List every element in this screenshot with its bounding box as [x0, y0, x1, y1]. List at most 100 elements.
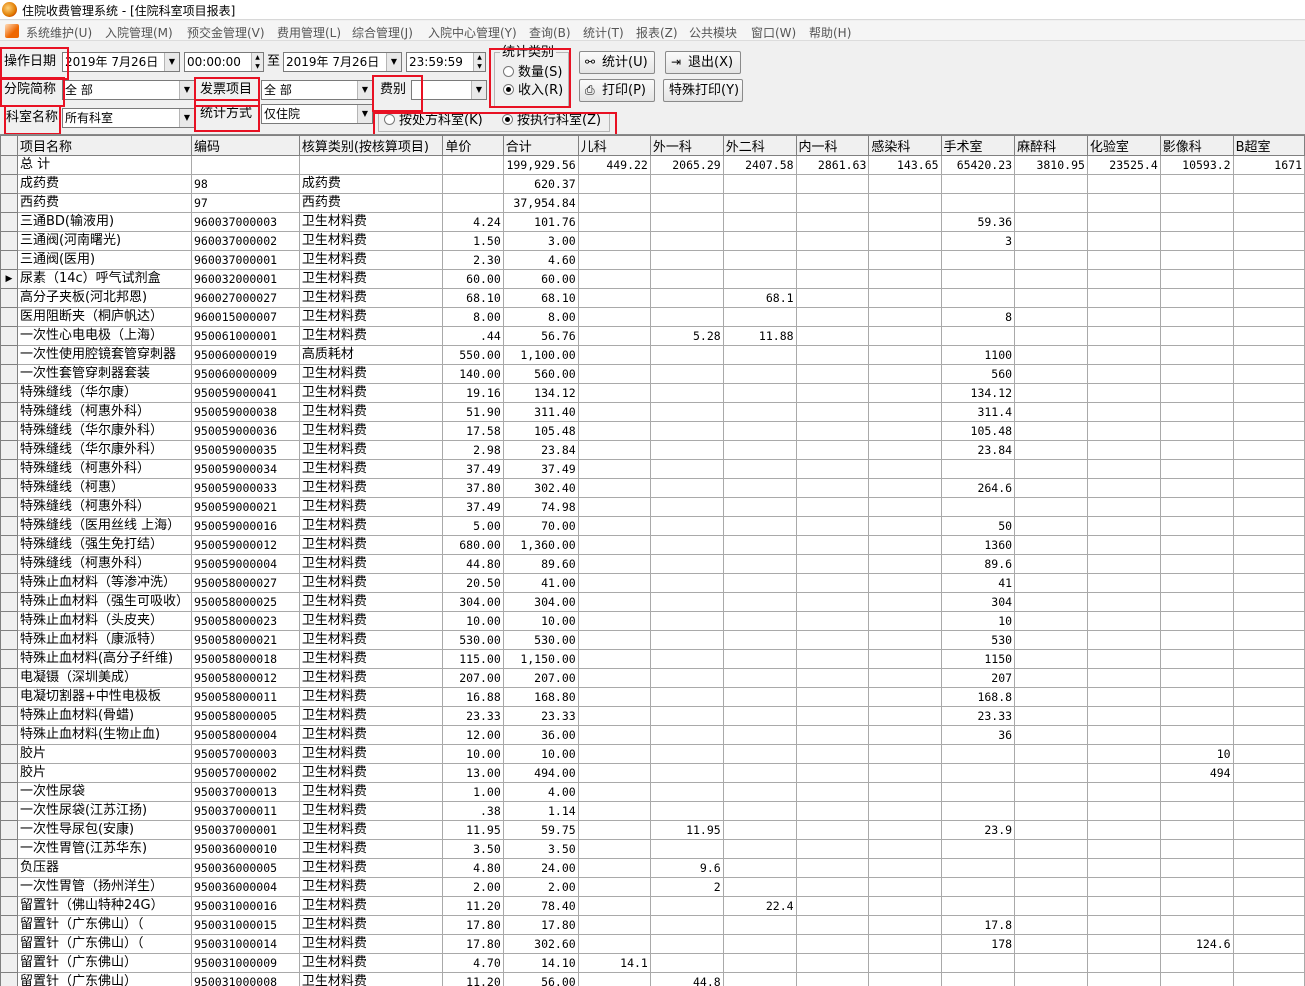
- table-cell[interactable]: [1014, 174, 1088, 194]
- table-cell[interactable]: [1232, 421, 1305, 441]
- table-cell[interactable]: 留置针（广东佛山）: [16, 972, 193, 986]
- table-cell[interactable]: [577, 934, 651, 954]
- column-header[interactable]: 外一科: [649, 135, 724, 156]
- table-cell[interactable]: [722, 554, 797, 574]
- table-cell[interactable]: [577, 896, 651, 916]
- table-cell[interactable]: [1232, 478, 1305, 498]
- table-cell[interactable]: 950058000021: [191, 630, 300, 650]
- table-cell[interactable]: 胶片: [16, 763, 193, 783]
- table-cell[interactable]: [868, 212, 942, 232]
- table-cell[interactable]: 4.70: [442, 953, 504, 973]
- table-cell[interactable]: [722, 440, 797, 460]
- table-cell[interactable]: 304.00: [502, 592, 579, 612]
- table-cell[interactable]: [868, 535, 942, 555]
- table-cell[interactable]: [722, 611, 797, 631]
- table-cell[interactable]: [577, 858, 651, 878]
- table-cell[interactable]: 特殊止血材料（头皮夹）: [16, 611, 193, 631]
- table-cell[interactable]: 医用阻断夹（桐庐帆达）: [16, 307, 193, 327]
- table-row[interactable]: 一次性尿袋(江苏江扬) 950037000011 卫生材料费 .38 1.14: [0, 801, 1305, 821]
- table-cell[interactable]: [795, 877, 870, 897]
- table-cell[interactable]: 卫生材料费: [298, 801, 444, 821]
- table-cell[interactable]: 卫生材料费: [298, 554, 444, 574]
- table-cell[interactable]: [649, 497, 724, 517]
- column-header[interactable]: 单价: [442, 135, 504, 156]
- table-cell[interactable]: [1159, 820, 1234, 840]
- table-cell[interactable]: [868, 915, 942, 935]
- table-cell[interactable]: 950059000035: [191, 440, 300, 460]
- table-cell[interactable]: 41: [940, 573, 1016, 593]
- table-cell[interactable]: [868, 649, 942, 669]
- table-row[interactable]: 一次性心电电极（上海） 950061000001 卫生材料费 .44 56.76 5.28…: [0, 326, 1305, 346]
- table-cell[interactable]: 9.6: [649, 858, 724, 878]
- table-cell[interactable]: [940, 782, 1016, 802]
- table-cell[interactable]: [577, 554, 651, 574]
- table-cell[interactable]: [442, 155, 504, 175]
- table-cell[interactable]: [1232, 744, 1305, 764]
- table-cell[interactable]: 8: [940, 307, 1016, 327]
- table-cell[interactable]: 特殊止血材料(骨蜡): [16, 706, 193, 726]
- table-cell[interactable]: [868, 744, 942, 764]
- table-cell[interactable]: 50: [940, 516, 1016, 536]
- table-cell[interactable]: [868, 554, 942, 574]
- table-row[interactable]: 留置针（广东佛山） 950031000009 卫生材料费 4.70 14.10 14.1: [0, 953, 1305, 973]
- table-cell[interactable]: [940, 972, 1016, 986]
- table-cell[interactable]: [722, 459, 797, 479]
- table-cell[interactable]: [1014, 649, 1088, 669]
- table-cell[interactable]: [577, 611, 651, 631]
- table-cell[interactable]: [868, 269, 942, 289]
- table-cell[interactable]: 560.00: [502, 364, 579, 384]
- stats-button[interactable]: ⚯ 统计(U): [579, 51, 655, 74]
- table-cell[interactable]: [722, 478, 797, 498]
- table-cell[interactable]: [795, 725, 870, 745]
- table-cell[interactable]: [577, 250, 651, 270]
- table-cell[interactable]: 17.80: [442, 934, 504, 954]
- table-cell[interactable]: [722, 345, 797, 365]
- table-cell[interactable]: [1159, 972, 1234, 986]
- table-cell[interactable]: [577, 459, 651, 479]
- table-cell[interactable]: [722, 497, 797, 517]
- table-cell[interactable]: 10.00: [502, 611, 579, 631]
- table-cell[interactable]: [868, 383, 942, 403]
- table-cell[interactable]: [722, 174, 797, 194]
- table-cell[interactable]: [868, 668, 942, 688]
- table-cell[interactable]: 950037000013: [191, 782, 300, 802]
- table-cell[interactable]: [940, 896, 1016, 916]
- table-cell[interactable]: [1232, 706, 1305, 726]
- table-cell[interactable]: [1014, 687, 1088, 707]
- table-cell[interactable]: 一次性套管穿刺器套装: [16, 364, 193, 384]
- table-cell[interactable]: [649, 174, 724, 194]
- table-cell[interactable]: [1232, 554, 1305, 574]
- table-cell[interactable]: 卫生材料费: [298, 459, 444, 479]
- table-cell[interactable]: [1014, 478, 1088, 498]
- table-cell[interactable]: [1086, 687, 1161, 707]
- table-cell[interactable]: [1232, 231, 1305, 251]
- table-cell[interactable]: [868, 725, 942, 745]
- table-cell[interactable]: 950058000027: [191, 573, 300, 593]
- table-cell[interactable]: 168.8: [940, 687, 1016, 707]
- table-cell[interactable]: [577, 573, 651, 593]
- table-cell[interactable]: [868, 877, 942, 897]
- chevron-down-icon[interactable]: ▼: [179, 109, 194, 127]
- table-cell[interactable]: [1014, 763, 1088, 783]
- table-cell[interactable]: 23.33: [940, 706, 1016, 726]
- table-cell[interactable]: [868, 497, 942, 517]
- table-cell[interactable]: [868, 174, 942, 194]
- table-cell[interactable]: [1086, 250, 1161, 270]
- table-cell[interactable]: [1086, 649, 1161, 669]
- table-cell[interactable]: 115.00: [442, 649, 504, 669]
- table-cell[interactable]: 37.49: [442, 497, 504, 517]
- table-cell[interactable]: [722, 250, 797, 270]
- table-cell[interactable]: 一次性胃管（扬州洋生）: [16, 877, 193, 897]
- table-cell[interactable]: 59.36: [940, 212, 1016, 232]
- table-cell[interactable]: 1671: [1232, 155, 1305, 175]
- table-row[interactable]: 特殊止血材料(生物止血) 950058000004 卫生材料费 12.00 36.00 3…: [0, 725, 1305, 745]
- table-cell[interactable]: [1014, 554, 1088, 574]
- table-cell[interactable]: [1014, 459, 1088, 479]
- table-cell[interactable]: 950059000012: [191, 535, 300, 555]
- table-cell[interactable]: 207.00: [442, 668, 504, 688]
- table-cell[interactable]: 950037000011: [191, 801, 300, 821]
- table-cell[interactable]: [795, 820, 870, 840]
- table-cell[interactable]: [1086, 269, 1161, 289]
- table-row[interactable]: 留置针（广东佛山）（ 950031000014 卫生材料费 17.80 302.60 17…: [0, 934, 1305, 954]
- table-cell[interactable]: 56.00: [502, 972, 579, 986]
